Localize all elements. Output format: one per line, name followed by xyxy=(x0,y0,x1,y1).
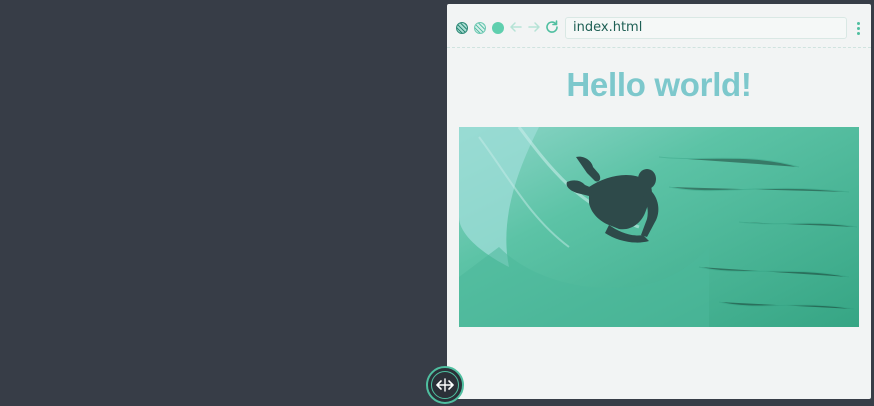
arrow-left-icon[interactable] xyxy=(508,19,524,35)
surfer-photo xyxy=(459,127,859,327)
maximize-dot-icon[interactable] xyxy=(492,22,504,34)
kebab-menu-icon[interactable] xyxy=(857,22,861,36)
address-bar[interactable]: index.html xyxy=(565,17,847,39)
desktop-background: index.html Hello world! xyxy=(0,0,874,406)
page-heading: Hello world! xyxy=(566,66,752,103)
browser-toolbar: index.html xyxy=(447,4,871,48)
close-dot-icon[interactable] xyxy=(456,22,468,34)
minimize-dot-icon[interactable] xyxy=(474,22,486,34)
resize-horizontal-icon[interactable] xyxy=(426,366,464,404)
reload-icon[interactable] xyxy=(544,19,560,35)
address-url: index.html xyxy=(573,20,643,35)
arrow-right-icon[interactable] xyxy=(526,19,542,35)
browser-window: index.html Hello world! xyxy=(447,4,871,399)
